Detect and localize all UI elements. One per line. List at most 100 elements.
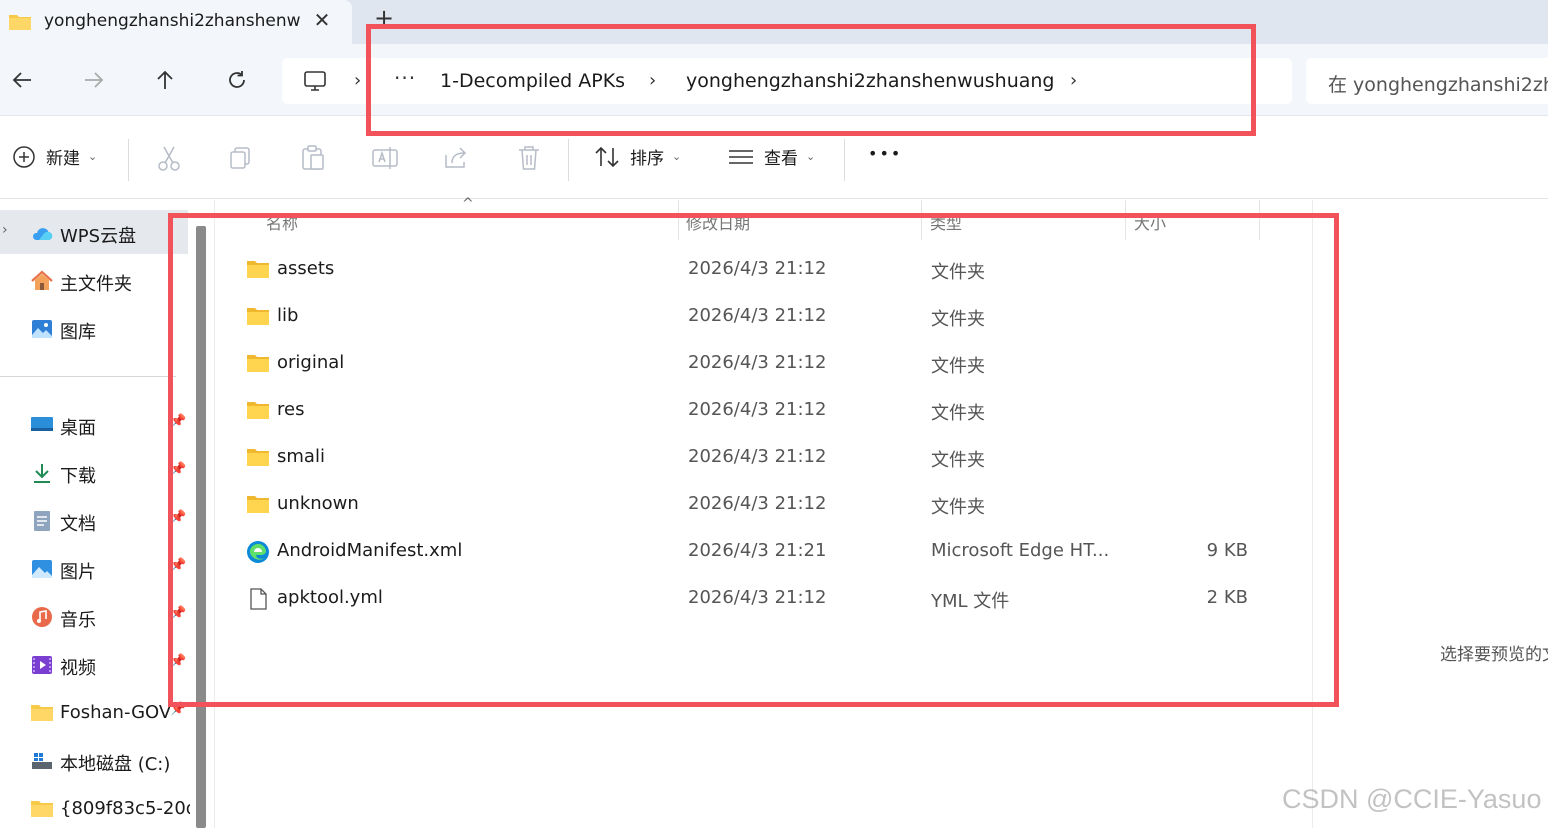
edge-icon <box>247 541 269 563</box>
plus-circle-icon <box>13 145 35 168</box>
preview-pane-message: 选择要预览的文件。 <box>1440 645 1548 665</box>
sidebar-item-videos[interactable]: 视频 📌 <box>0 642 190 686</box>
sidebar-item-downloads[interactable]: 下载 📌 <box>0 450 190 494</box>
share-icon[interactable] <box>442 143 472 173</box>
copy-icon[interactable] <box>226 143 256 173</box>
pictures-icon <box>32 560 52 579</box>
sidebar-item-foshan-gov[interactable]: Foshan-GOV 📌 <box>0 690 190 734</box>
forward-button[interactable] <box>78 64 110 96</box>
arrow-up-icon <box>157 70 173 89</box>
sidebar-item-label: 桌面 <box>60 418 96 439</box>
more-options-button[interactable]: ••• <box>868 144 902 163</box>
sidebar-item-label: Foshan-GOV <box>60 702 170 723</box>
pin-icon: 📌 <box>170 558 187 573</box>
file-type: YML 文件 <box>931 591 1010 612</box>
file-name: apktool.yml <box>277 587 383 608</box>
sidebar-item-desktop[interactable]: 桌面 📌 <box>0 402 190 446</box>
chevron-right-icon[interactable]: › <box>354 70 361 91</box>
tab-current-folder[interactable]: yonghengzhanshi2zhanshenw ✕ <box>0 0 352 44</box>
video-icon <box>32 656 52 674</box>
divider <box>844 139 845 181</box>
pin-icon: 📌 <box>170 702 187 717</box>
sidebar-item-documents[interactable]: 文档 📌 <box>0 498 190 542</box>
computer-icon <box>302 68 328 98</box>
breadcrumb-item-current[interactable]: yonghengzhanshi2zhanshenwushuang <box>686 70 1055 92</box>
delete-icon[interactable] <box>514 143 544 173</box>
breadcrumb-more-button[interactable]: ··· <box>394 66 416 90</box>
table-row[interactable]: smali 2026/4/3 21:12 文件夹 <box>236 434 1296 481</box>
column-divider[interactable] <box>1125 200 1126 240</box>
column-header-type[interactable]: 类型 <box>930 210 962 234</box>
sidebar-item-label: WPS云盘 <box>60 226 137 247</box>
chevron-right-icon[interactable]: › <box>2 222 8 238</box>
view-button-label: 查看 <box>764 149 798 169</box>
file-size: 2 KB <box>1206 587 1248 608</box>
folder-icon <box>247 355 269 372</box>
sidebar-scrollbar[interactable] <box>196 226 206 828</box>
sidebar-item-gallery[interactable]: 图库 <box>0 306 190 350</box>
sidebar-item-guid-folder[interactable]: {809f83c5-20d <box>0 786 190 828</box>
file-name: original <box>277 352 345 373</box>
pin-icon: 📌 <box>170 606 187 621</box>
column-divider[interactable] <box>678 200 679 240</box>
table-row[interactable]: apktool.yml 2026/4/3 21:12 YML 文件 2 KB <box>236 575 1296 622</box>
close-icon[interactable]: ✕ <box>312 8 332 32</box>
file-type: 文件夹 <box>931 450 985 471</box>
table-row[interactable]: original 2026/4/3 21:12 文件夹 <box>236 340 1296 387</box>
file-type: 文件夹 <box>931 262 985 283</box>
table-row[interactable]: unknown 2026/4/3 21:12 文件夹 <box>236 481 1296 528</box>
view-button[interactable]: 查看 ⌄ <box>728 144 815 169</box>
sort-ascending-icon: ^ <box>462 196 474 212</box>
home-icon <box>31 270 53 290</box>
sidebar-item-music[interactable]: 音乐 📌 <box>0 594 190 638</box>
chevron-right-icon[interactable]: › <box>1070 70 1077 91</box>
new-button[interactable]: 新建 ⌄ <box>12 144 97 169</box>
address-bar[interactable]: › ··· 1-Decompiled APKs › yonghengzhansh… <box>282 58 1292 104</box>
column-header-date[interactable]: 修改日期 <box>686 210 750 234</box>
file-size: 9 KB <box>1206 540 1248 561</box>
column-divider[interactable] <box>921 200 922 240</box>
table-row[interactable]: assets 2026/4/3 21:12 文件夹 <box>236 246 1296 293</box>
sidebar-item-wps-cloud[interactable]: › WPS云盘 <box>0 210 188 254</box>
refresh-button[interactable] <box>221 64 253 96</box>
file-list: ^ 名称 修改日期 类型 大小 assets 2026/4/3 21:12 文件… <box>216 196 1312 828</box>
sidebar-item-label: 视频 <box>60 658 96 679</box>
file-name: res <box>277 399 305 420</box>
sidebar-item-pictures[interactable]: 图片 📌 <box>0 546 190 590</box>
sidebar-item-home[interactable]: 主文件夹 <box>0 258 190 302</box>
search-input[interactable]: 在 yonghengzhanshi2zhanshenwushuang 中搜索 <box>1306 58 1548 104</box>
file-date: 2026/4/3 21:12 <box>688 305 827 326</box>
chevron-down-icon: ⌄ <box>88 150 98 163</box>
column-divider[interactable] <box>1259 200 1260 240</box>
sidebar-item-label: 文档 <box>60 514 96 535</box>
chevron-right-icon[interactable]: › <box>649 70 656 91</box>
column-header-size[interactable]: 大小 <box>1134 210 1166 234</box>
navigation-bar: › ··· 1-Decompiled APKs › yonghengzhansh… <box>0 44 1548 116</box>
file-type: Microsoft Edge HT... <box>931 540 1110 561</box>
folder-icon <box>247 308 269 325</box>
up-button[interactable] <box>149 64 181 96</box>
file-name: assets <box>277 258 335 279</box>
sidebar-item-label: 图片 <box>60 562 96 583</box>
file-type: 文件夹 <box>931 356 985 377</box>
navigation-pane: › WPS云盘 主文件夹 图库 桌面 📌 下载 📌 文档 📌 图片 📌 音乐 📌 <box>0 200 190 828</box>
folder-icon <box>31 801 53 817</box>
sort-button[interactable]: 排序 ⌄ <box>594 144 681 169</box>
file-name: unknown <box>277 493 359 514</box>
table-row[interactable]: lib 2026/4/3 21:12 文件夹 <box>236 293 1296 340</box>
table-row[interactable]: AndroidManifest.xml 2026/4/3 21:21 Micro… <box>236 528 1296 575</box>
new-tab-button[interactable]: + <box>374 4 394 32</box>
sidebar-item-local-disk-c[interactable]: 本地磁盘 (C:) <box>0 738 190 782</box>
sidebar-item-label: 主文件夹 <box>60 274 132 295</box>
column-header-name[interactable]: 名称 <box>266 210 298 234</box>
cut-icon[interactable] <box>154 143 184 173</box>
folder-icon <box>247 261 269 278</box>
table-row[interactable]: res 2026/4/3 21:12 文件夹 <box>236 387 1296 434</box>
breadcrumb-item-decompiled-apks[interactable]: 1-Decompiled APKs <box>440 70 625 92</box>
view-list-icon <box>729 149 753 164</box>
rename-icon[interactable] <box>370 143 400 173</box>
paste-icon[interactable] <box>298 143 328 173</box>
file-date: 2026/4/3 21:21 <box>688 540 827 561</box>
divider <box>568 139 569 181</box>
back-button[interactable] <box>6 64 38 96</box>
